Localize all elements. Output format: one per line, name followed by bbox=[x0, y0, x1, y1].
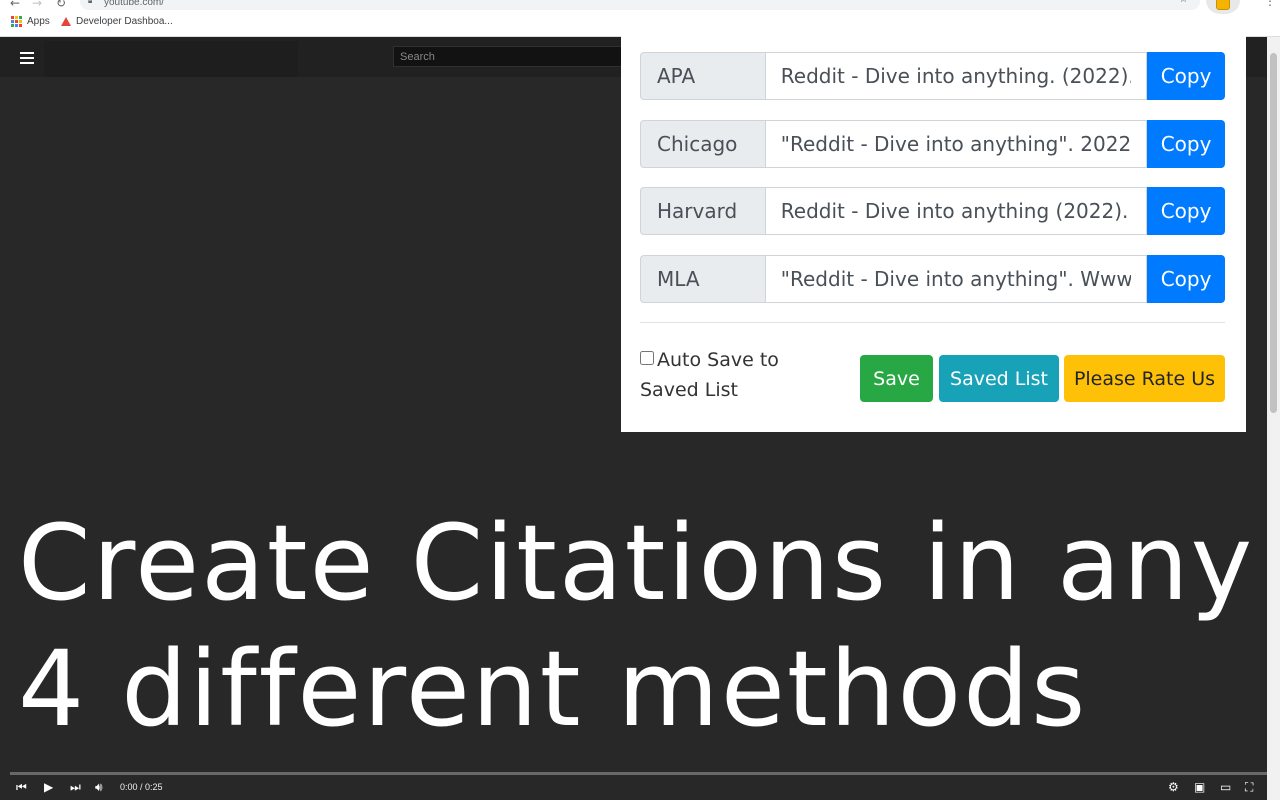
bookmark-developer-dashboard-label: Developer Dashboa... bbox=[76, 16, 173, 27]
reload-icon[interactable]: ↻ bbox=[56, 0, 66, 10]
bookmark-apps-label: Apps bbox=[27, 16, 50, 27]
youtube-logo-area bbox=[44, 41, 298, 77]
citation-row-harvard: Harvard Copy bbox=[640, 187, 1225, 235]
copy-button[interactable]: Copy bbox=[1147, 187, 1225, 235]
video-time: 0:00 / 0:25 bbox=[120, 782, 163, 792]
citation-text-field[interactable] bbox=[764, 52, 1148, 100]
hamburger-menu-icon[interactable] bbox=[20, 52, 34, 67]
miniplayer-icon[interactable]: ▣ bbox=[1194, 780, 1205, 794]
player-controls: ⏮ ▶ ⏭ 🔊︎ 0:00 / 0:25 ⚙ ▣ ▭ ⛶ bbox=[0, 777, 1280, 800]
developer-dashboard-icon bbox=[61, 16, 71, 27]
copy-button[interactable]: Copy bbox=[1147, 120, 1225, 168]
video-overlay-caption: Create Citations in any 4 different meth… bbox=[18, 500, 1268, 752]
video-progress-bar[interactable] bbox=[10, 772, 1268, 775]
citation-style-label: Harvard bbox=[640, 187, 765, 235]
bookmarks-bar: Apps Developer Dashboa... bbox=[0, 14, 1280, 32]
citation-style-label: Chicago bbox=[640, 120, 765, 168]
address-bar[interactable]: 🔒︎ youtube.com/ ☆ bbox=[80, 0, 1200, 10]
theater-mode-icon[interactable]: ▭ bbox=[1220, 780, 1231, 794]
browser-menu-icon[interactable]: ⋮ bbox=[1264, 0, 1276, 8]
copy-button[interactable]: Copy bbox=[1147, 52, 1225, 100]
address-url: youtube.com/ bbox=[104, 0, 165, 8]
bookmark-star-icon[interactable]: ☆ bbox=[1179, 0, 1188, 5]
citation-popup: APA Copy Chicago Copy Harvard Copy MLA C… bbox=[621, 36, 1246, 432]
citation-row-apa: APA Copy bbox=[640, 52, 1225, 100]
play-icon[interactable]: ▶ bbox=[44, 780, 53, 794]
citation-style-label: MLA bbox=[640, 255, 765, 303]
citation-row-chicago: Chicago Copy bbox=[640, 120, 1225, 168]
apps-grid-icon bbox=[11, 16, 22, 27]
citation-style-label: APA bbox=[640, 52, 765, 100]
bookmark-developer-dashboard[interactable]: Developer Dashboa... bbox=[61, 16, 173, 27]
browser-chrome: ← → ↻ 🔒︎ youtube.com/ ☆ ⋮ Apps Developer… bbox=[0, 0, 1280, 37]
copy-button[interactable]: Copy bbox=[1147, 255, 1225, 303]
overlay-line-1: Create Citations in any bbox=[18, 502, 1255, 624]
citation-text-field[interactable] bbox=[764, 120, 1148, 168]
citation-text-field[interactable] bbox=[764, 187, 1148, 235]
back-icon[interactable]: ← bbox=[10, 0, 20, 10]
rate-us-button[interactable]: Please Rate Us bbox=[1064, 355, 1225, 402]
next-icon[interactable]: ⏭ bbox=[70, 780, 81, 795]
autosave-checkbox[interactable] bbox=[640, 351, 654, 365]
fullscreen-icon[interactable]: ⛶ bbox=[1245, 780, 1253, 795]
settings-gear-icon[interactable]: ⚙ bbox=[1168, 780, 1179, 794]
youtube-search-input[interactable] bbox=[394, 47, 632, 67]
citation-row-mla: MLA Copy bbox=[640, 255, 1225, 303]
lock-icon: 🔒︎ bbox=[88, 0, 93, 5]
browser-nav-row: ← → ↻ 🔒︎ youtube.com/ ☆ ⋮ bbox=[0, 0, 1280, 14]
overlay-line-2: 4 different methods bbox=[18, 628, 1088, 750]
popup-divider bbox=[640, 322, 1225, 323]
autosave-label: Auto Save to Saved List bbox=[640, 349, 779, 401]
page-scrollbar[interactable] bbox=[1267, 37, 1280, 800]
youtube-search-box[interactable] bbox=[393, 46, 633, 67]
autosave-option[interactable]: Auto Save to Saved List bbox=[640, 345, 810, 405]
citation-text-field[interactable] bbox=[764, 255, 1148, 303]
citation-extension-icon[interactable] bbox=[1206, 0, 1240, 14]
previous-icon[interactable]: ⏮ bbox=[16, 780, 27, 795]
scrollbar-thumb[interactable] bbox=[1270, 53, 1277, 413]
bookmark-apps[interactable]: Apps bbox=[11, 16, 50, 27]
forward-icon[interactable]: → bbox=[32, 0, 42, 10]
save-button[interactable]: Save bbox=[860, 355, 933, 402]
volume-icon[interactable]: 🔊︎ bbox=[95, 780, 103, 795]
saved-list-button[interactable]: Saved List bbox=[939, 355, 1059, 402]
